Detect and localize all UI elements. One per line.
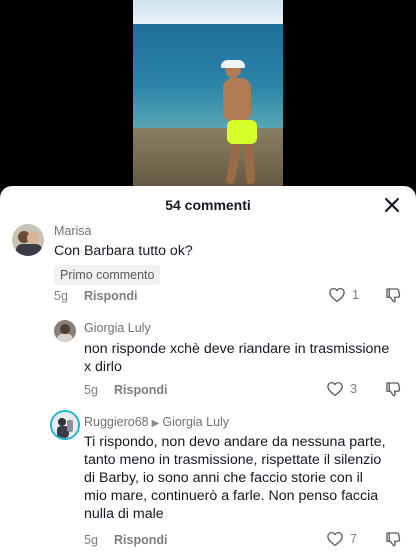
- reply-button[interactable]: Rispondi: [84, 289, 137, 303]
- comment-text-line: mio mare, continuerò a farle. Non penso …: [84, 488, 379, 504]
- like-button[interactable]: 1: [328, 286, 359, 304]
- comment-text: Ti rispondo, non devo andare da nessuna …: [84, 433, 414, 523]
- like-count: 7: [350, 532, 357, 546]
- video-person-shorts: [227, 120, 257, 144]
- heart-icon: [329, 287, 345, 303]
- like-button[interactable]: 7: [326, 530, 357, 548]
- comment-text-line: x dirlo: [84, 359, 122, 375]
- heart-icon: [327, 531, 343, 547]
- comment-text-line: Ti rispondo, non devo andare da nessuna …: [84, 434, 386, 450]
- dislike-icon: [386, 382, 401, 397]
- comments-header: 54 commenti: [0, 186, 416, 224]
- comment-time: 5g: [84, 533, 98, 547]
- comment-text: non risponde xchè deve riandare in trasm…: [84, 340, 414, 376]
- dislike-button[interactable]: [384, 530, 402, 553]
- comment-text-line: nulla di male: [84, 506, 164, 522]
- reply-arrow-icon: ▶: [151, 418, 160, 429]
- reply-item: Ruggiero68 ▶ Giorgia Luly Ti rispondo, non…: [0, 408, 416, 558]
- comment-text: Con Barbara tutto ok?: [54, 243, 193, 259]
- dislike-button[interactable]: [384, 286, 402, 309]
- dislike-icon: [386, 532, 401, 547]
- like-button[interactable]: 3: [326, 380, 357, 398]
- comment-author[interactable]: Giorgia Luly: [84, 321, 151, 335]
- comment-author[interactable]: Marisa: [54, 224, 92, 238]
- dislike-button[interactable]: [384, 380, 402, 403]
- comment-time: 5g: [54, 289, 68, 303]
- reply-button[interactable]: Rispondi: [114, 533, 167, 547]
- comment-text-line: tanto meno in trasmissione, rispettate i…: [84, 452, 382, 468]
- close-button[interactable]: [382, 195, 402, 215]
- reply-button[interactable]: Rispondi: [114, 383, 167, 397]
- comment-time: 5g: [84, 383, 98, 397]
- comment-text-line: non risponde xchè deve riandare in trasm…: [84, 341, 390, 357]
- comment-author[interactable]: Ruggiero68 ▶ Giorgia Luly: [84, 415, 229, 429]
- comment-item: Marisa Con Barbara tutto ok? Primo comme…: [0, 220, 416, 308]
- dislike-icon: [386, 288, 401, 303]
- video-area[interactable]: [0, 0, 416, 200]
- comment-author-name: Ruggiero68: [84, 415, 149, 429]
- video-person-hat: [221, 60, 245, 68]
- reply-target-name: Giorgia Luly: [162, 415, 230, 429]
- reply-item: Giorgia Luly non risponde xchè deve rian…: [0, 316, 416, 400]
- avatar[interactable]: [12, 224, 44, 256]
- comment-text-line: di Barby, io sono anni che faccio storie…: [84, 470, 363, 486]
- like-count: 3: [350, 382, 357, 396]
- close-icon: [384, 197, 400, 213]
- avatar[interactable]: [54, 320, 76, 342]
- video-frame[interactable]: [133, 0, 283, 200]
- video-person-body: [223, 78, 251, 122]
- like-count: 1: [352, 288, 359, 302]
- avatar[interactable]: [50, 410, 80, 440]
- video-sky: [133, 0, 283, 24]
- first-comment-badge: Primo commento: [54, 265, 161, 285]
- heart-icon: [327, 381, 343, 397]
- comments-sheet: 54 commenti Marisa Con Barbara tutto ok?…: [0, 186, 416, 560]
- comments-count-title: 54 commenti: [165, 197, 251, 213]
